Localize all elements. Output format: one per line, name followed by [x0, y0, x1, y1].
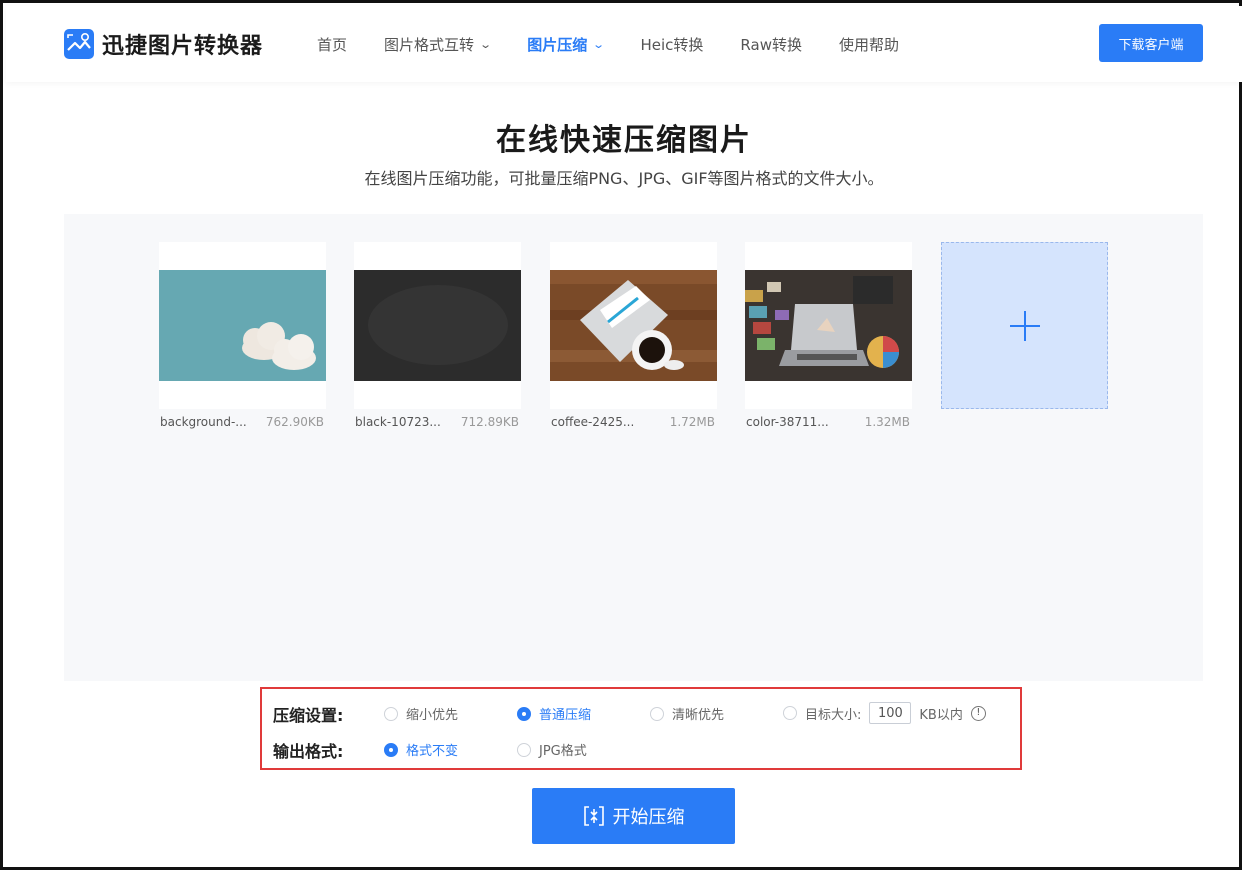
radio-button[interactable]	[783, 706, 797, 720]
page-subtitle: 在线图片压缩功能，可批量压缩PNG、JPG、GIF等图片格式的文件大小。	[364, 169, 884, 188]
start-compress-button[interactable]: 开始压缩	[532, 788, 735, 844]
output-format-label: 输出格式:	[273, 742, 344, 761]
upload-area: background-... 762.90KB black-10723... 7…	[64, 214, 1203, 681]
option-label: JPG格式	[539, 744, 587, 759]
compress-icon	[583, 806, 604, 826]
nav-help-label: 使用帮助	[838, 36, 899, 54]
option-keep-format[interactable]: 格式不变	[384, 740, 458, 759]
radio-button[interactable]	[517, 742, 531, 757]
option-label: 清晰优先	[672, 708, 725, 723]
brand-name: 迅捷图片转换器	[102, 34, 264, 59]
chevron-down-icon: ⌄	[592, 38, 606, 51]
option-label: 目标大小:	[805, 707, 862, 723]
nav-help[interactable]: 使用帮助	[839, 34, 899, 55]
radio-button[interactable]	[384, 706, 398, 721]
file-card[interactable]	[159, 242, 326, 409]
start-compress-label: 开始压缩	[612, 807, 685, 828]
image-convert-icon	[64, 29, 94, 59]
file-name: background-...	[160, 415, 247, 429]
target-unit-label: KB以内	[919, 707, 963, 723]
nav-heic-label: Heic转换	[640, 36, 704, 54]
top-navbar: 迅捷图片转换器 首页 图片格式互转 ⌄ 图片压缩 ⌄ Heic转换 Raw转换 …	[6, 6, 1242, 82]
nav-home-label: 首页	[317, 36, 348, 54]
plus-icon	[1009, 310, 1040, 341]
file-thumbnail	[745, 270, 912, 381]
option-label: 缩小优先	[406, 708, 459, 723]
file-thumbnail	[354, 270, 521, 381]
file-card[interactable]	[354, 242, 521, 409]
option-label: 格式不变	[406, 744, 459, 759]
nav-format-convert[interactable]: 图片格式互转 ⌄	[384, 34, 493, 55]
compression-settings-panel: 压缩设置: 缩小优先 普通压缩 清晰优先 目标大小: KB以内 ! 输出格式: …	[260, 687, 1022, 770]
option-normal-compress[interactable]: 普通压缩	[517, 704, 591, 723]
file-card[interactable]	[745, 242, 912, 409]
file-thumbnail	[550, 270, 717, 381]
compress-settings-label: 压缩设置:	[273, 706, 344, 725]
nav-image-compress[interactable]: 图片压缩 ⌄	[527, 34, 606, 55]
file-size: 712.89KB	[460, 415, 519, 429]
option-jpg-format[interactable]: JPG格式	[517, 740, 587, 759]
file-card[interactable]	[550, 242, 717, 409]
radio-button[interactable]	[650, 706, 664, 721]
file-name: coffee-2425...	[551, 415, 635, 429]
file-size: 762.90KB	[265, 415, 324, 429]
nav-image-compress-label: 图片压缩	[527, 36, 588, 54]
option-shrink-first[interactable]: 缩小优先	[384, 704, 458, 723]
page-title: 在线快速压缩图片	[496, 123, 752, 158]
option-label: 普通压缩	[539, 708, 592, 723]
nav-raw[interactable]: Raw转换	[740, 34, 802, 55]
main-nav: 首页 图片格式互转 ⌄ 图片压缩 ⌄ Heic转换 Raw转换 使用帮助	[317, 34, 936, 55]
nav-format-convert-label: 图片格式互转	[384, 36, 475, 54]
nav-home[interactable]: 首页	[317, 34, 347, 55]
option-clarity-first[interactable]: 清晰优先	[650, 704, 724, 723]
file-name: black-10723...	[355, 415, 441, 429]
download-client-button[interactable]: 下载客户端	[1099, 24, 1203, 62]
add-image-button[interactable]	[941, 242, 1108, 409]
file-thumbnail	[159, 270, 326, 381]
info-icon[interactable]: !	[970, 705, 986, 721]
chevron-down-icon: ⌄	[479, 38, 493, 51]
nav-raw-label: Raw转换	[740, 36, 802, 54]
target-size-input[interactable]	[869, 702, 912, 724]
radio-button[interactable]	[517, 706, 531, 721]
radio-button[interactable]	[384, 742, 398, 757]
app-frame: 迅捷图片转换器 首页 图片格式互转 ⌄ 图片压缩 ⌄ Heic转换 Raw转换 …	[0, 0, 1242, 870]
file-name: color-38711...	[746, 415, 829, 429]
option-target-size[interactable]: 目标大小: KB以内 !	[783, 702, 986, 724]
brand-logo[interactable]: 迅捷图片转换器	[64, 28, 263, 60]
file-size: 1.72MB	[669, 415, 715, 429]
nav-heic[interactable]: Heic转换	[640, 34, 703, 55]
file-size: 1.32MB	[864, 415, 910, 429]
